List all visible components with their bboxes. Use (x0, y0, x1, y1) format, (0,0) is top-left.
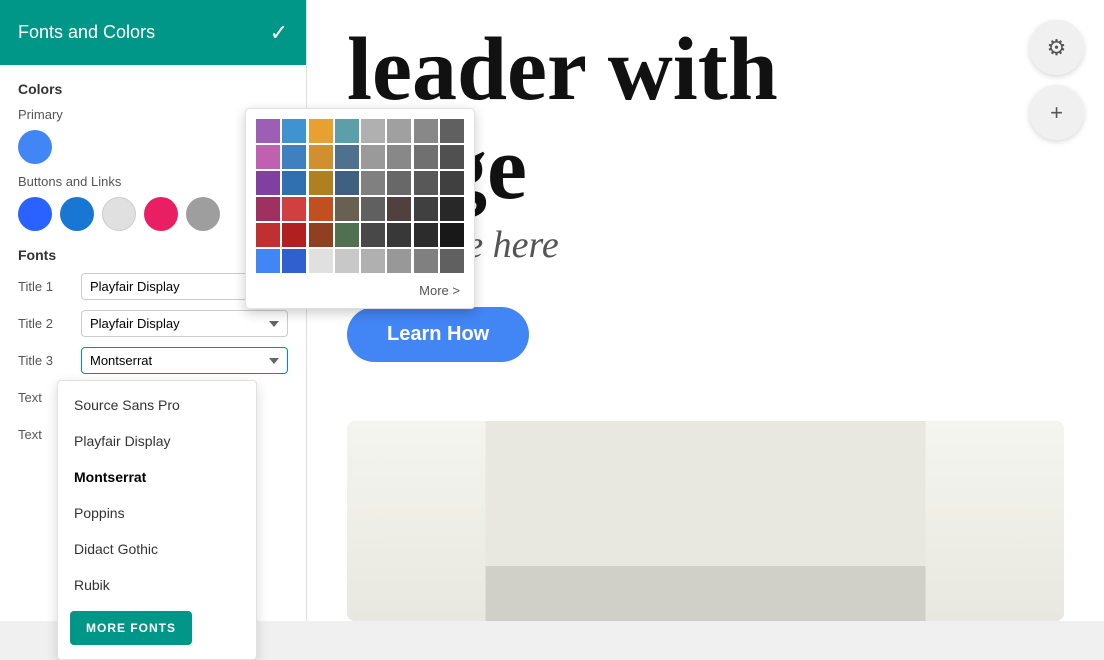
swatch-gray-medium[interactable] (186, 197, 220, 231)
color-cell[interactable] (440, 171, 464, 195)
color-cell[interactable] (256, 145, 280, 169)
colors-label: Colors (18, 81, 288, 97)
color-cell[interactable] (335, 171, 359, 195)
color-cell[interactable] (335, 197, 359, 221)
color-cell[interactable] (309, 197, 333, 221)
color-cell[interactable] (440, 249, 464, 273)
color-cell[interactable] (387, 223, 411, 247)
color-cell[interactable] (361, 249, 385, 273)
color-cell[interactable] (282, 171, 306, 195)
color-cell[interactable] (414, 145, 438, 169)
color-cell[interactable] (309, 145, 333, 169)
color-cell[interactable] (414, 197, 438, 221)
color-cell[interactable] (335, 119, 359, 143)
hero-title-line1: leader with (347, 20, 778, 119)
panel-header: Fonts and Colors ✓ (0, 0, 306, 65)
color-cell[interactable] (387, 119, 411, 143)
swatch-blue-medium[interactable] (60, 197, 94, 231)
color-cell[interactable] (335, 145, 359, 169)
color-cell[interactable] (414, 223, 438, 247)
gear-icon: ⚙ (1047, 35, 1067, 61)
title1-label: Title 1 (18, 279, 73, 294)
color-cell[interactable] (256, 197, 280, 221)
color-cell[interactable] (440, 145, 464, 169)
color-cell[interactable] (387, 171, 411, 195)
color-cell[interactable] (414, 119, 438, 143)
dropdown-item-poppins[interactable]: Poppins (58, 495, 256, 531)
color-cell[interactable] (440, 223, 464, 247)
learn-how-button[interactable]: Learn How (347, 307, 529, 362)
color-cell[interactable] (335, 249, 359, 273)
color-cell[interactable] (282, 249, 306, 273)
color-cell[interactable] (387, 145, 411, 169)
title3-select[interactable]: Montserrat (81, 347, 288, 374)
swatch-blue-dark[interactable] (18, 197, 52, 231)
color-cell[interactable] (361, 171, 385, 195)
color-cell[interactable] (256, 119, 280, 143)
color-cell[interactable] (282, 145, 306, 169)
color-cell[interactable] (440, 119, 464, 143)
right-actions: ⚙ + (1029, 20, 1084, 140)
color-cell[interactable] (256, 171, 280, 195)
color-cell[interactable] (414, 171, 438, 195)
color-cell[interactable] (282, 119, 306, 143)
color-cell[interactable] (256, 223, 280, 247)
more-fonts-button[interactable]: MORE FONTS (70, 611, 192, 645)
hero-image (347, 421, 1064, 621)
primary-color-button[interactable] (18, 130, 52, 164)
color-cell[interactable] (361, 145, 385, 169)
dropdown-item-montserrat[interactable]: Montserrat (58, 459, 256, 495)
add-button[interactable]: + (1029, 85, 1084, 140)
font-row-title2: Title 2 Playfair Display (18, 310, 288, 337)
color-cell[interactable] (282, 197, 306, 221)
dropdown-item-didact[interactable]: Didact Gothic (58, 531, 256, 567)
color-grid (256, 119, 464, 273)
color-cell[interactable] (309, 223, 333, 247)
color-cell[interactable] (387, 249, 411, 273)
color-cell[interactable] (309, 119, 333, 143)
color-picker-popup: More > (245, 108, 475, 309)
color-cell[interactable] (361, 119, 385, 143)
panel-title: Fonts and Colors (18, 22, 155, 43)
swatch-gray-light[interactable] (102, 197, 136, 231)
color-cell[interactable] (414, 249, 438, 273)
title2-select[interactable]: Playfair Display (81, 310, 288, 337)
font-row-title3: Title 3 Montserrat (18, 347, 288, 374)
settings-button[interactable]: ⚙ (1029, 20, 1084, 75)
confirm-icon[interactable]: ✓ (270, 20, 288, 46)
title2-label: Title 2 (18, 316, 73, 331)
dropdown-item-source-sans[interactable]: Source Sans Pro (58, 387, 256, 423)
main-content: leader with nage r subtitle here Learn H… (307, 0, 1104, 621)
swatch-pink[interactable] (144, 197, 178, 231)
color-cell[interactable] (361, 197, 385, 221)
color-cell[interactable] (440, 197, 464, 221)
color-cell[interactable] (361, 223, 385, 247)
color-cell[interactable] (282, 223, 306, 247)
plus-icon: + (1050, 100, 1063, 126)
color-cell[interactable] (335, 223, 359, 247)
color-cell[interactable] (256, 249, 280, 273)
title3-label: Title 3 (18, 353, 73, 368)
dropdown-item-playfair[interactable]: Playfair Display (58, 423, 256, 459)
font-dropdown-menu: Source Sans Pro Playfair Display Montser… (57, 380, 257, 660)
lamp-image (347, 421, 1064, 621)
color-cell[interactable] (309, 171, 333, 195)
more-colors-link[interactable]: More > (256, 283, 464, 298)
dropdown-item-rubik[interactable]: Rubik (58, 567, 256, 603)
color-cell[interactable] (387, 197, 411, 221)
color-cell[interactable] (309, 249, 333, 273)
